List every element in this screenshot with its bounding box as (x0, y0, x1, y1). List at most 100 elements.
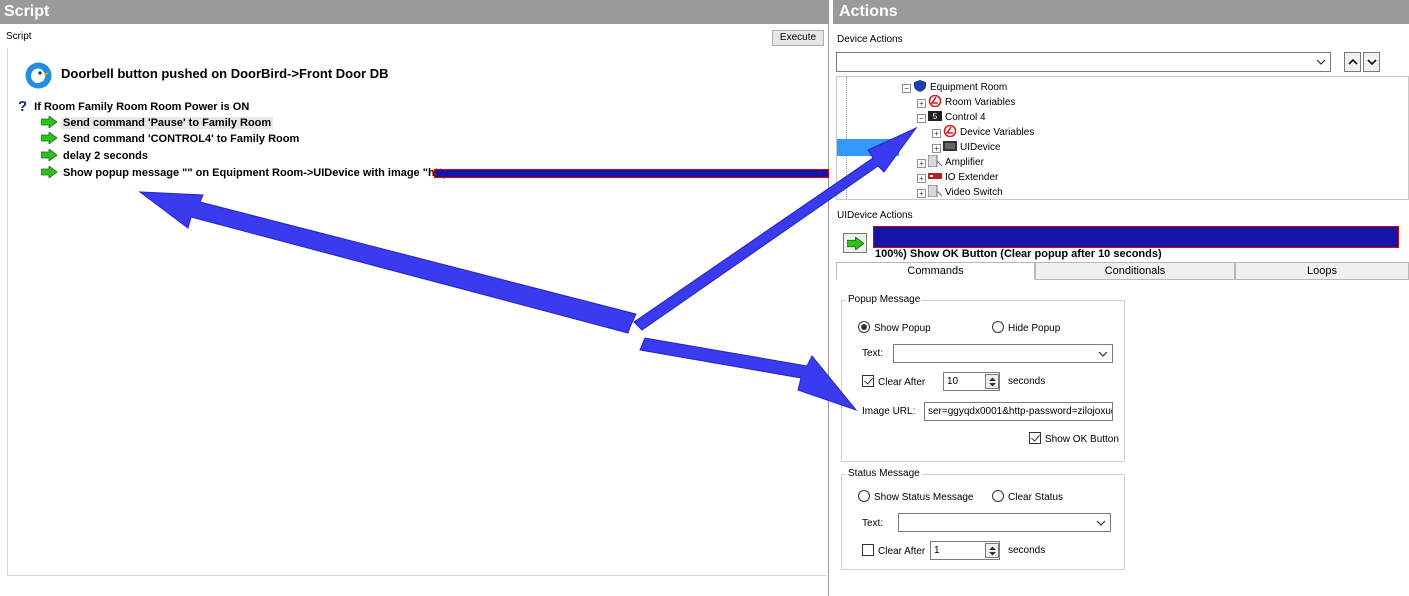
tab-loops[interactable]: Loops (1235, 262, 1409, 280)
condition-line[interactable]: ? If Room Family Room Room Power is ON (18, 98, 251, 115)
show-popup-radio[interactable]: Show Popup (858, 321, 931, 336)
green-arrow-icon (41, 132, 57, 144)
checkbox-checked-icon (1029, 432, 1041, 444)
control4-icon (928, 95, 942, 107)
status-seconds-label: seconds (1008, 545, 1046, 556)
move-up-button[interactable] (1344, 52, 1361, 72)
script-editor[interactable]: Doorbell button pushed on DoorBird->Fron… (7, 48, 829, 576)
status-group-label: Status Message (846, 468, 922, 479)
status-message-group: Status Message Show Status Message Clear… (841, 468, 1125, 570)
expand-icon[interactable]: + (932, 144, 941, 153)
tree-item-io-extender[interactable]: + IO Extender (917, 170, 998, 185)
collapse-icon[interactable]: − (917, 114, 926, 123)
tree-item-control-4[interactable]: −5 Control 4 (917, 110, 986, 125)
script-sub-label: Script (0, 28, 828, 46)
clear-status-radio[interactable]: Clear Status (992, 490, 1063, 505)
device-tree[interactable]: − Equipment Room + Room Variables −5 Contro… (836, 76, 1409, 200)
actions-panel-title: Actions (833, 0, 1409, 24)
expand-icon[interactable]: + (917, 159, 926, 168)
spin-arrows-icon (989, 546, 996, 556)
tree-item-device-variables[interactable]: + Device Variables (932, 125, 1034, 140)
script-panel-title: Script (0, 0, 828, 24)
chevron-down-icon (1098, 351, 1108, 357)
uidevice-action-text: 100%) Show OK Button (Clear popup after … (875, 248, 1162, 260)
condition-text: If Room Family Room Room Power is ON (34, 101, 250, 113)
device-actions-label: Device Actions (837, 34, 903, 45)
tree-item-equipment-room[interactable]: − Equipment Room (902, 80, 1007, 95)
status-clear-after-spinner[interactable] (985, 543, 999, 558)
script-heading: Doorbell button pushed on DoorBird->Fron… (61, 66, 389, 81)
popup-text-label: Text: (862, 348, 884, 359)
green-arrow-icon (847, 237, 864, 250)
actions-panel: Actions Device Actions − Equipment Room +… (833, 0, 1409, 596)
redaction-bar (434, 169, 829, 178)
image-url-label: Image URL: (862, 406, 916, 417)
uidevice-icon (943, 141, 957, 151)
expand-icon[interactable]: + (917, 99, 926, 108)
control4-icon (943, 125, 957, 137)
device-filter-combo[interactable] (836, 52, 1331, 72)
clear-after-spinner[interactable] (985, 374, 999, 389)
tree-item-room-variables[interactable]: + Room Variables (917, 95, 1015, 110)
chevron-down-icon (1316, 59, 1326, 65)
script-line-text: Send command 'CONTROL4' to Family Room (63, 133, 300, 145)
svg-text:5: 5 (933, 112, 938, 121)
tree-item-video-switch[interactable]: + Video Switch (917, 185, 1003, 199)
radio-selected-icon (858, 321, 870, 333)
seconds-label: seconds (1008, 376, 1046, 387)
status-clear-after-checkbox[interactable]: Clear After (862, 544, 925, 559)
checkbox-icon (862, 544, 874, 556)
action-tabs: Commands Conditionals Loops (836, 262, 1409, 280)
chevron-down-icon (1367, 59, 1377, 66)
shield-icon (914, 80, 926, 92)
green-arrow-icon (41, 149, 57, 161)
question-icon: ? (18, 98, 28, 115)
green-arrow-icon (41, 116, 57, 128)
expand-icon[interactable]: + (917, 189, 926, 198)
show-ok-button-checkbox[interactable]: Show OK Button (1029, 432, 1119, 447)
collapse-icon[interactable]: − (902, 84, 911, 93)
execute-button[interactable]: Execute (772, 30, 824, 46)
checkbox-checked-icon (862, 375, 874, 387)
amplifier-icon (928, 155, 942, 167)
script-line[interactable]: Show popup message "" on Equipment Room-… (41, 166, 454, 180)
redaction-bar (873, 226, 1399, 248)
move-down-button[interactable] (1363, 52, 1380, 72)
tree-item-amplifier[interactable]: + Amplifier (917, 155, 984, 170)
chevron-up-icon (1348, 58, 1358, 65)
uidevice-actions-label: UIDevice Actions (837, 210, 913, 221)
script-line[interactable]: delay 2 seconds (41, 149, 150, 163)
show-status-radio[interactable]: Show Status Message (858, 490, 974, 505)
status-text-label: Text: (862, 518, 884, 529)
add-action-button[interactable] (843, 233, 867, 253)
script-panel: Script Script Execute Doorbell button pu… (0, 0, 829, 596)
doorbird-icon (25, 62, 52, 89)
status-text-dropdown[interactable] (898, 513, 1111, 532)
popup-message-group: Popup Message Show Popup Hide Popup Text… (841, 294, 1125, 462)
tab-conditionals[interactable]: Conditionals (1035, 262, 1235, 280)
radio-icon (992, 490, 1004, 502)
image-url-input[interactable]: ser=ggyqdx0001&http-password=zilojoxuqm (924, 402, 1113, 421)
control4-device-icon: 5 (928, 111, 942, 121)
uidevice-action-preview: 100%) Show OK Button (Clear popup after … (836, 222, 1409, 262)
chevron-down-icon (1096, 520, 1106, 526)
expand-icon[interactable]: + (932, 129, 941, 138)
io-extender-icon (928, 173, 942, 179)
green-arrow-icon (41, 166, 57, 178)
script-line[interactable]: Send command 'CONTROL4' to Family Room (41, 132, 301, 146)
radio-icon (992, 321, 1004, 333)
popup-text-dropdown[interactable] (893, 344, 1113, 363)
clear-after-checkbox[interactable]: Clear After (862, 375, 925, 390)
spin-arrows-icon (989, 377, 996, 387)
script-line-text: Show popup message "" on Equipment Room-… (63, 167, 453, 179)
expand-icon[interactable]: + (917, 174, 926, 183)
tree-item-uidevice[interactable]: + UIDevice (932, 140, 1001, 155)
tab-commands[interactable]: Commands (836, 262, 1035, 280)
script-line-text: Send command 'Pause' to Family Room (61, 117, 274, 129)
radio-icon (858, 490, 870, 502)
video-switch-icon (928, 185, 942, 197)
hide-popup-radio[interactable]: Hide Popup (992, 321, 1060, 336)
tree-selection-highlight (837, 139, 899, 156)
script-line[interactable]: Send command 'Pause' to Family Room (41, 116, 274, 130)
popup-group-label: Popup Message (846, 294, 923, 305)
